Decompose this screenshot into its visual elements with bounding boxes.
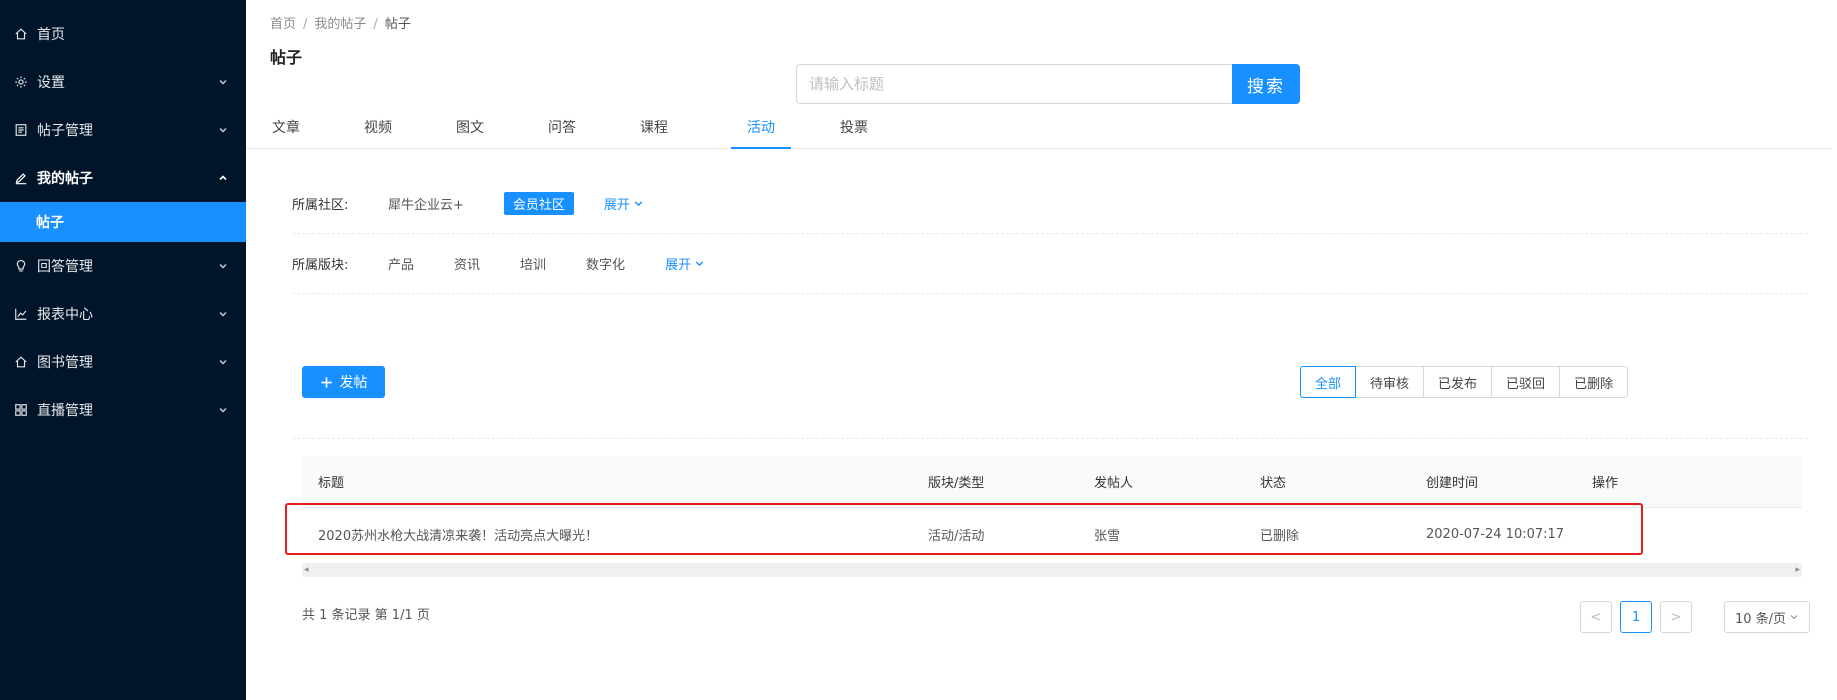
sidebar-item-label: 图书管理 <box>37 355 93 371</box>
sidebar-item-label: 回答管理 <box>37 259 93 275</box>
chevron-down-icon <box>634 201 643 207</box>
sidebar-item-home[interactable]: 首页 <box>0 10 246 58</box>
chevron-down-icon <box>1790 615 1798 620</box>
community-expand-button[interactable]: 展开 <box>604 194 644 213</box>
new-post-button[interactable]: 发帖 <box>302 366 385 398</box>
breadcrumb-separator: / <box>373 17 378 32</box>
horizontal-scrollbar[interactable]: ◂ ▸ <box>302 563 1802 577</box>
column-header-category: 版块/类型 <box>928 476 985 491</box>
page-title: 帖子 <box>270 48 303 67</box>
table-header: 标题 版块/类型 发帖人 状态 创建时间 操作 <box>302 456 1802 508</box>
sidebar-item-book-management[interactable]: 图书管理 <box>0 338 246 386</box>
sidebar-item-report-center[interactable]: 报表中心 <box>0 290 246 338</box>
column-header-title: 标题 <box>318 476 345 491</box>
sidebar-item-post-management[interactable]: 帖子管理 <box>0 106 246 154</box>
section-option[interactable]: 培训 <box>520 254 546 273</box>
community-option[interactable]: 犀牛企业云+ <box>388 194 464 213</box>
tab-votes[interactable]: 投票 <box>830 108 878 149</box>
section-option[interactable]: 数字化 <box>586 254 625 273</box>
column-header-status: 状态 <box>1260 476 1287 491</box>
edit-icon <box>14 171 28 185</box>
breadcrumb-my-posts[interactable]: 我的帖子 <box>314 17 366 32</box>
sidebar: 首页 设置 帖子管理 我的帖子 帖子 回答管理 报表中心 图书管理 直播管理 <box>0 0 246 700</box>
grid-icon <box>14 403 28 417</box>
chevron-down-icon <box>218 125 228 135</box>
gear-icon <box>14 75 28 89</box>
section-option[interactable]: 产品 <box>388 254 414 273</box>
chevron-down-icon <box>218 77 228 87</box>
search-button[interactable]: 搜索 <box>1232 64 1300 104</box>
sidebar-item-my-posts[interactable]: 我的帖子 <box>0 154 246 202</box>
sidebar-item-label: 帖子管理 <box>37 123 93 139</box>
chevron-down-icon <box>218 309 228 319</box>
chevron-down-icon <box>695 261 704 267</box>
page-size-label: 10 条/页 <box>1735 611 1787 627</box>
search-bar: 搜索 <box>796 64 1300 104</box>
status-published-button[interactable]: 已发布 <box>1423 366 1493 398</box>
sidebar-item-label: 首页 <box>37 27 65 43</box>
home-icon <box>14 27 28 41</box>
filter-section-label: 所属版块: <box>292 258 349 273</box>
document-icon <box>14 123 28 137</box>
breadcrumb: 首页 / 我的帖子 / 帖子 <box>270 13 411 32</box>
breadcrumb-home[interactable]: 首页 <box>270 17 296 32</box>
plus-icon <box>320 376 332 388</box>
filter-section: 所属版块: 产品 资讯 培训 数字化 展开 <box>292 234 1808 294</box>
chevron-down-icon <box>218 261 228 271</box>
tab-videos[interactable]: 视频 <box>354 108 402 149</box>
scroll-right-arrow-icon[interactable]: ▸ <box>1795 565 1800 575</box>
column-header-action: 操作 <box>1592 476 1619 491</box>
status-filter-group: 全部 待审核 已发布 已驳回 已删除 <box>1300 366 1629 398</box>
tab-qa[interactable]: 问答 <box>538 108 586 149</box>
sidebar-subitem-posts[interactable]: 帖子 <box>0 202 246 242</box>
breadcrumb-current: 帖子 <box>384 17 411 32</box>
divider <box>292 438 1808 439</box>
expand-label: 展开 <box>603 198 630 213</box>
expand-label: 展开 <box>665 258 692 273</box>
sidebar-item-label: 报表中心 <box>37 307 93 323</box>
sidebar-item-live-management[interactable]: 直播管理 <box>0 386 246 434</box>
line-chart-icon <box>14 307 28 321</box>
status-deleted-button[interactable]: 已删除 <box>1559 366 1629 398</box>
sidebar-item-settings[interactable]: 设置 <box>0 58 246 106</box>
home-icon <box>14 355 28 369</box>
tab-activities[interactable]: 活动 <box>731 108 791 149</box>
sidebar-item-label: 设置 <box>37 75 65 91</box>
bulb-icon <box>14 259 28 273</box>
page-button-current[interactable]: 1 <box>1620 601 1652 633</box>
row-highlight-box <box>285 503 1643 555</box>
main-content: 首页 / 我的帖子 / 帖子 帖子 搜索 文章 视频 图文 问答 课程 活动 投票 所属… <box>246 0 1837 700</box>
column-header-created: 创建时间 <box>1426 476 1479 491</box>
tab-articles[interactable]: 文章 <box>262 108 310 149</box>
next-page-button[interactable]: > <box>1660 601 1692 633</box>
status-all-button[interactable]: 全部 <box>1300 366 1357 398</box>
tab-image-text[interactable]: 图文 <box>446 108 494 149</box>
scroll-left-arrow-icon[interactable]: ◂ <box>304 565 309 575</box>
section-option[interactable]: 资讯 <box>454 254 480 273</box>
tab-courses[interactable]: 课程 <box>630 108 678 149</box>
filter-community: 所属社区: 犀牛企业云+ 会员社区 展开 <box>292 174 1808 234</box>
chevron-down-icon <box>218 357 228 367</box>
search-input[interactable] <box>796 64 1232 104</box>
page-size-select[interactable]: 10 条/页 <box>1724 601 1811 633</box>
sidebar-item-answer-management[interactable]: 回答管理 <box>0 242 246 290</box>
records-summary: 共 1 条记录 第 1/1 页 <box>302 608 430 623</box>
community-option-selected[interactable]: 会员社区 <box>503 192 574 215</box>
tab-bar: 文章 视频 图文 问答 课程 活动 投票 <box>246 108 1831 149</box>
pagination: < 1 > 10 条/页 <box>1580 601 1811 633</box>
status-pending-button[interactable]: 待审核 <box>1355 366 1425 398</box>
chevron-down-icon <box>218 405 228 415</box>
section-expand-button[interactable]: 展开 <box>665 254 705 273</box>
breadcrumb-separator: / <box>303 17 308 32</box>
chevron-up-icon <box>218 173 228 183</box>
app-root: 首页 设置 帖子管理 我的帖子 帖子 回答管理 报表中心 图书管理 直播管理 首… <box>0 0 1837 700</box>
sidebar-item-label: 直播管理 <box>37 403 93 419</box>
filter-community-label: 所属社区: <box>292 198 349 213</box>
prev-page-button[interactable]: < <box>1580 601 1612 633</box>
column-header-author: 发帖人 <box>1094 476 1134 491</box>
sidebar-item-label: 我的帖子 <box>37 171 93 187</box>
status-rejected-button[interactable]: 已驳回 <box>1491 366 1561 398</box>
new-post-label: 发帖 <box>339 375 368 391</box>
